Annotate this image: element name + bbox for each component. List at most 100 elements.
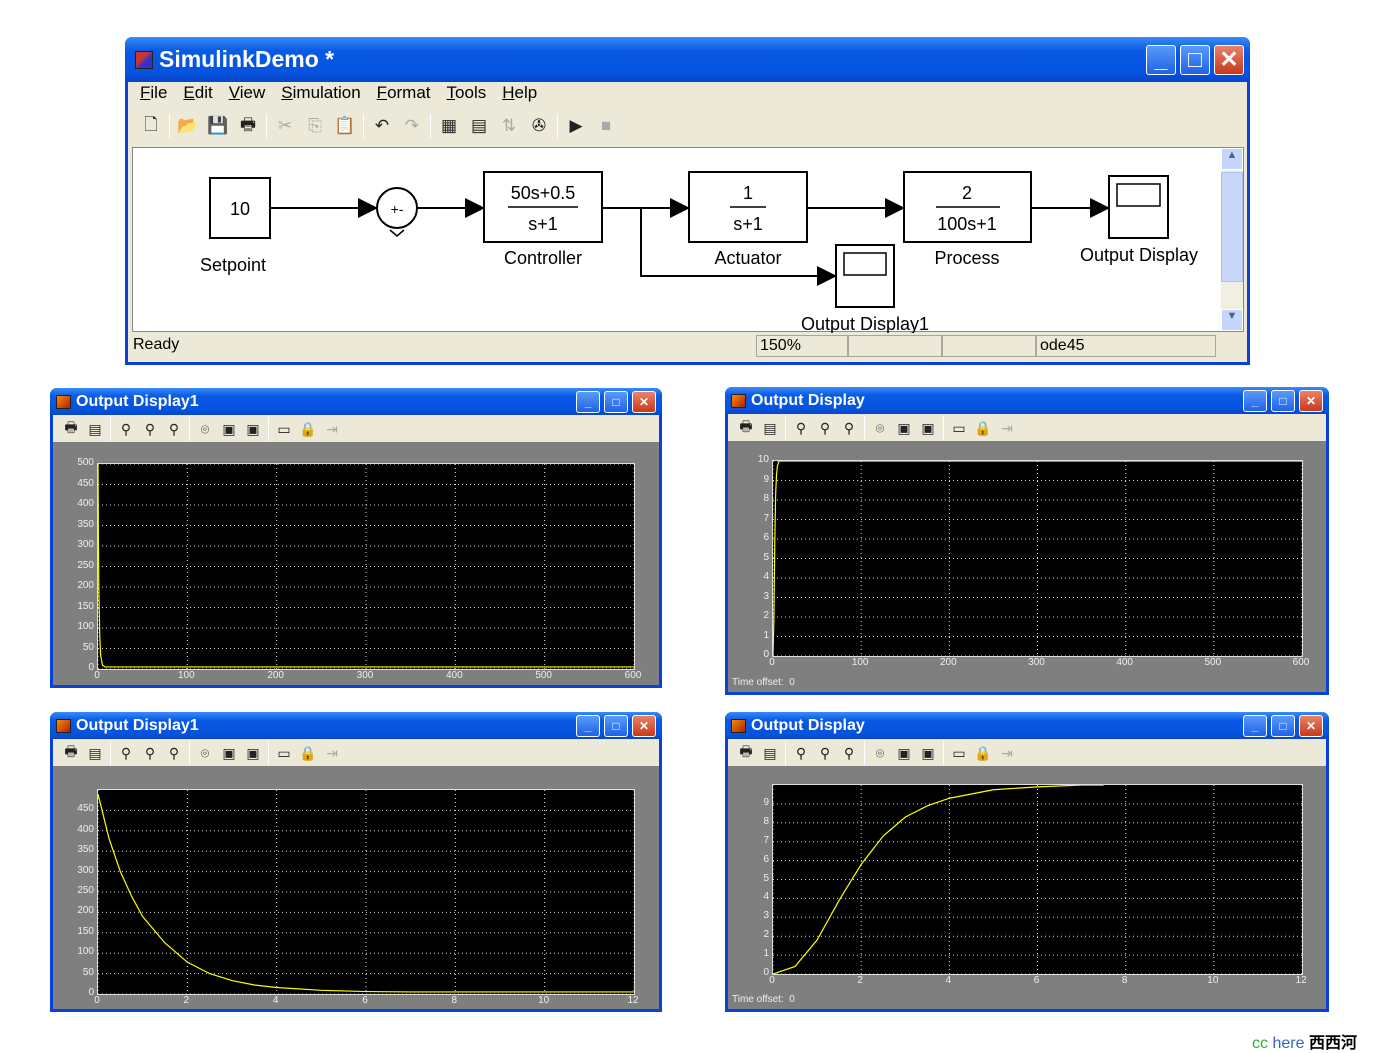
x-tick-label: 8 [451,995,458,1006]
autoscale-icon[interactable]: ⌾ [193,421,217,438]
autoscale-icon[interactable]: ⌾ [868,420,892,437]
y-tick-label: 4 [763,571,769,582]
zoom-y-icon[interactable]: ⚲ [162,421,186,438]
x-tick-label: 10 [1207,975,1219,986]
save-axes-icon[interactable]: ▣ [892,420,916,437]
minimize-button[interactable]: _ [576,714,600,737]
x-tick-label: 8 [1121,975,1128,986]
minimize-button[interactable]: _ [576,390,600,413]
save-axes-icon[interactable]: ▣ [892,745,916,762]
restore-axes-icon[interactable]: ▣ [916,745,940,762]
x-tick-label: 2 [857,975,863,986]
scope-toolbar: 🖶 ▤ ⚲ ⚲ ⚲ ⌾ ▣ ▣ ▭ 🔒 ⇥ [59,741,344,765]
y-tick-label: 300 [77,864,94,876]
x-tick-label: 300 [356,670,374,681]
signal-selector-icon[interactable]: ⇥ [320,421,344,438]
parameters-icon[interactable]: ▤ [758,745,782,762]
maximize-button[interactable]: □ [1271,714,1295,737]
y-tick-label: 250 [77,559,94,571]
autoscale-icon[interactable]: ⌾ [193,745,217,762]
y-tick-label: 0 [763,649,769,660]
scope-title: Output Display [751,391,865,409]
matlab-icon [731,718,746,733]
signal-selector-icon[interactable]: ⇥ [320,745,344,762]
plot-axes[interactable] [772,460,1303,657]
zoom-y-icon[interactable]: ⚲ [837,420,861,437]
y-tick-label: 8 [763,815,769,827]
floating-scope-icon[interactable]: ▭ [272,745,296,762]
floating-scope-icon[interactable]: ▭ [272,421,296,438]
print-icon[interactable]: 🖶 [734,416,758,440]
y-tick-label: 9 [763,796,769,808]
x-tick-label: 500 [1204,657,1222,668]
zoom-icon[interactable]: ⚲ [789,420,813,437]
minimize-button[interactable]: _ [1243,389,1267,412]
close-button[interactable]: ✕ [1299,389,1323,412]
floating-scope-icon[interactable]: ▭ [947,745,971,762]
parameters-icon[interactable]: ▤ [758,420,782,437]
save-axes-icon[interactable]: ▣ [217,421,241,438]
y-tick-label: 5 [763,872,769,884]
toolbar-separator [268,741,269,765]
print-icon[interactable]: 🖶 [734,741,758,765]
zoom-x-icon[interactable]: ⚲ [813,420,837,437]
save-axes-icon[interactable]: ▣ [217,745,241,762]
close-button[interactable]: ✕ [1299,714,1323,737]
zoom-x-icon[interactable]: ⚲ [138,421,162,438]
time-offset-label: Time offset: [732,994,784,1005]
close-button[interactable]: ✕ [632,714,656,737]
zoom-icon[interactable]: ⚲ [114,745,138,762]
y-tick-label: 3 [763,590,769,602]
x-tick-label: 2 [183,995,190,1006]
maximize-button[interactable]: □ [604,390,628,413]
x-tick-label: 600 [1292,657,1310,668]
zoom-icon[interactable]: ⚲ [789,745,813,762]
lock-axes-icon[interactable]: 🔒 [971,420,995,437]
sum-signs: +- [391,201,404,217]
time-offset-value: 0 [789,994,795,1005]
print-icon[interactable]: 🖶 [59,741,83,765]
scope-toolbar: 🖶 ▤ ⚲ ⚲ ⚲ ⌾ ▣ ▣ ▭ 🔒 ⇥ [734,741,1019,765]
parameters-icon[interactable]: ▤ [83,421,107,438]
plot-axes[interactable] [97,463,635,670]
restore-axes-icon[interactable]: ▣ [241,745,265,762]
toolbar-separator [864,741,865,765]
output-display-block[interactable] [1108,175,1169,239]
plot-axes[interactable] [772,784,1303,975]
time-offset: Time offset: 0 [732,677,795,688]
autoscale-icon[interactable]: ⌾ [868,745,892,762]
lock-axes-icon[interactable]: 🔒 [296,421,320,438]
y-tick-label: 7 [763,512,769,524]
parameters-icon[interactable]: ▤ [83,745,107,762]
lock-axes-icon[interactable]: 🔒 [296,745,320,762]
close-button[interactable]: ✕ [632,390,656,413]
signal-selector-icon[interactable]: ⇥ [995,745,1019,762]
x-tick-label: 400 [445,670,463,681]
floating-scope-icon[interactable]: ▭ [947,420,971,437]
lock-axes-icon[interactable]: 🔒 [971,745,995,762]
restore-axes-icon[interactable]: ▣ [916,420,940,437]
zoom-icon[interactable]: ⚲ [114,421,138,438]
signal-trace [773,785,1104,974]
x-tick-label: 10 [538,995,550,1006]
zoom-y-icon[interactable]: ⚲ [837,745,861,762]
y-tick-label: 150 [77,600,94,612]
y-tick-label: 250 [77,885,94,896]
y-tick-label: 4 [763,891,769,903]
controller-label: Controller [504,248,582,268]
restore-axes-icon[interactable]: ▣ [241,421,265,438]
y-tick-label: 450 [77,477,94,489]
setpoint-label: Setpoint [200,255,266,275]
minimize-button[interactable]: _ [1243,714,1267,737]
maximize-button[interactable]: □ [1271,389,1295,412]
plot-axes[interactable] [97,789,635,995]
watermark-cc: cc [1252,1035,1268,1052]
signal-selector-icon[interactable]: ⇥ [995,420,1019,437]
zoom-x-icon[interactable]: ⚲ [138,745,162,762]
maximize-button[interactable]: □ [604,714,628,737]
zoom-x-icon[interactable]: ⚲ [813,745,837,762]
x-tick-label: 100 [177,670,195,681]
print-icon[interactable]: 🖶 [59,417,83,441]
y-tick-label: 9 [763,473,769,485]
zoom-y-icon[interactable]: ⚲ [162,745,186,762]
